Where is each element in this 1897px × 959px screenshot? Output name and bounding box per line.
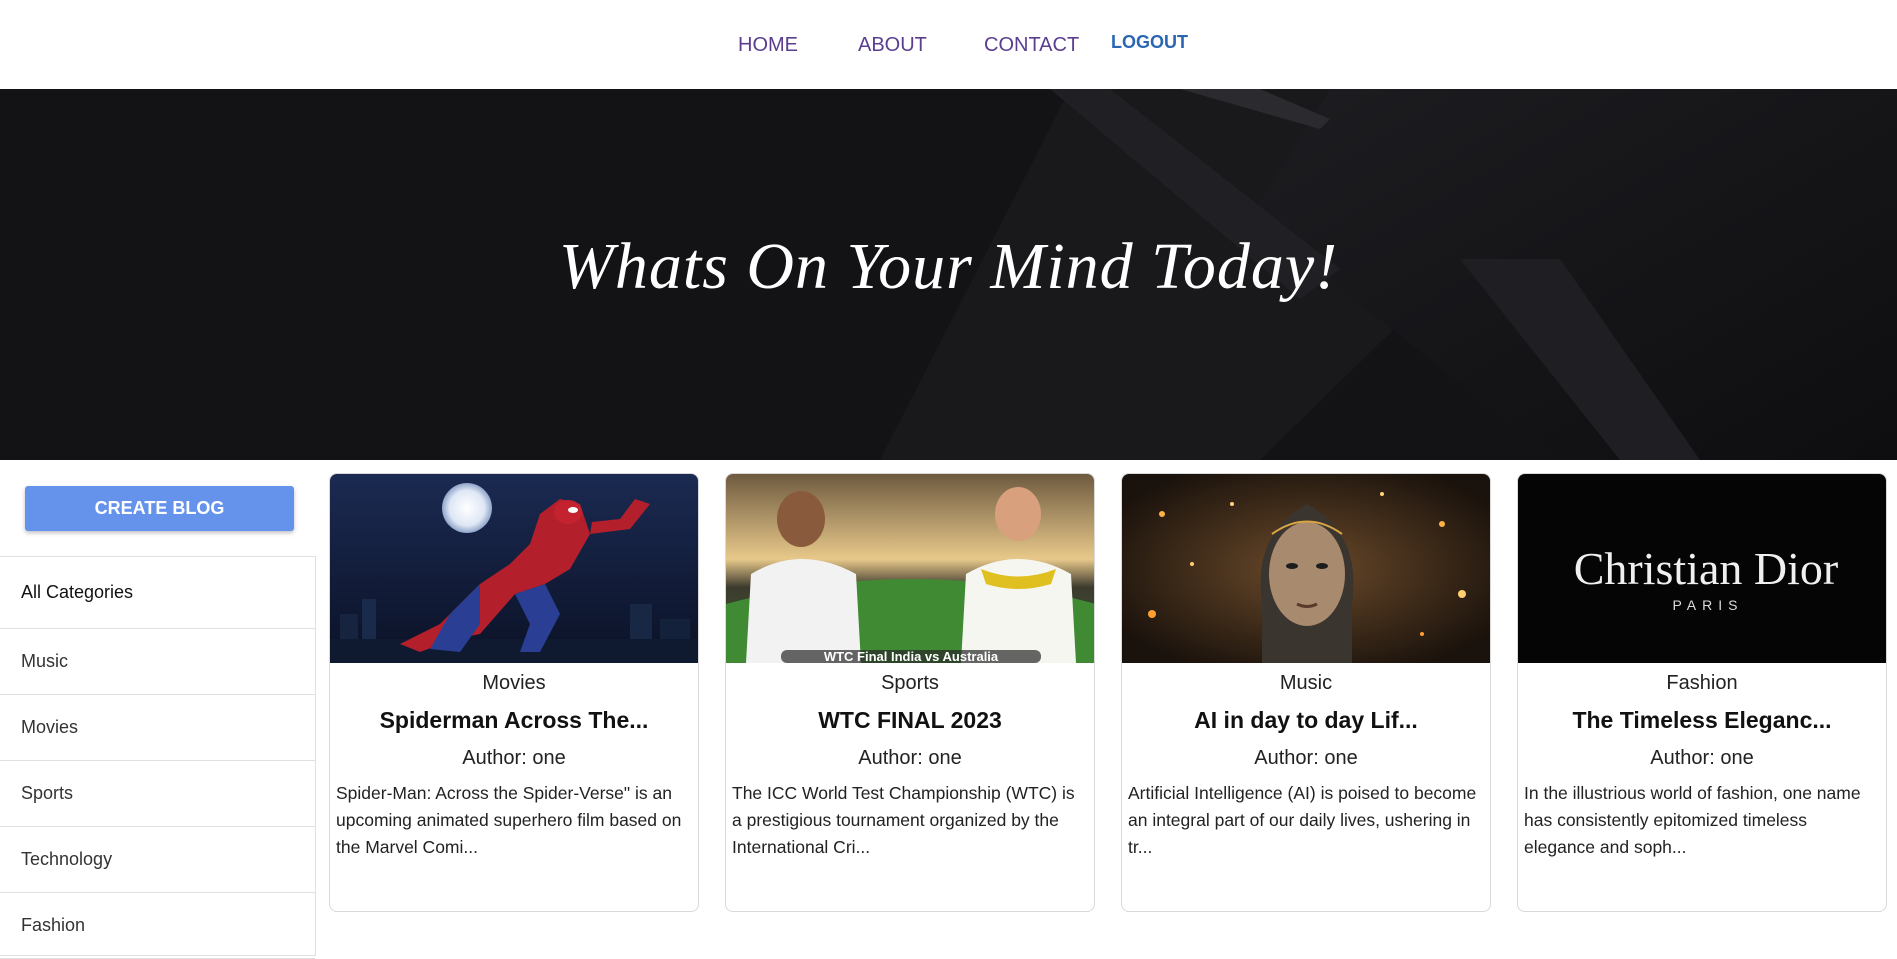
- blog-card-image: [1122, 474, 1490, 663]
- blog-card-title: WTC FINAL 2023: [818, 707, 1002, 733]
- blog-card-category: Fashion: [1666, 672, 1738, 694]
- blog-card-category: Sports: [881, 672, 939, 694]
- dior-logo-sub: PARIS: [1673, 597, 1744, 613]
- blog-card-author: Author: one: [462, 747, 566, 769]
- category-item-sports[interactable]: Sports: [0, 761, 315, 827]
- dior-logo: Christian Dior: [1574, 543, 1838, 594]
- top-nav: HOME ABOUT CONTACT LOGOUT: [0, 0, 1897, 90]
- blog-card-description: Spider-Man: Across the Spider-Verse" is …: [336, 783, 682, 857]
- blog-card-description: The ICC World Test Championship (WTC) is…: [732, 783, 1075, 857]
- blog-card-author: Author: one: [1254, 747, 1358, 769]
- blog-card-author: Author: one: [1650, 747, 1754, 769]
- category-item-all[interactable]: All Categories: [0, 557, 315, 629]
- blog-card-image: WTC Final India vs Australia: [726, 474, 1094, 663]
- blog-card-category: Music: [1279, 672, 1333, 694]
- blog-card-author: Author: one: [858, 747, 962, 769]
- blog-card-image: [330, 474, 698, 663]
- blog-card[interactable]: Christian Dior PARIS Fashion The Timeles…: [1517, 473, 1887, 912]
- nav-logout-link[interactable]: LOGOUT: [1111, 32, 1188, 53]
- blog-card-image: Christian Dior PARIS: [1518, 474, 1886, 663]
- nav-about-link[interactable]: ABOUT: [858, 34, 927, 57]
- blog-card-description: In the illustrious world of fashion, one…: [1524, 783, 1861, 857]
- banner-title: Whats On Your Mind Today!: [558, 230, 1339, 303]
- category-item-technology[interactable]: Technology: [0, 827, 315, 893]
- image-caption: WTC Final India vs Australia: [824, 649, 999, 663]
- blog-card[interactable]: Movies Spiderman Across The... Author: o…: [329, 473, 699, 912]
- nav-home-link[interactable]: HOME: [738, 34, 798, 57]
- blog-card-title: AI in day to day Lif...: [1194, 707, 1418, 733]
- blog-card[interactable]: WTC Final India vs Australia Sports WTC …: [725, 473, 1095, 912]
- blog-card-category: Movies: [482, 672, 546, 694]
- category-item-music[interactable]: Music: [0, 629, 315, 695]
- category-list: All Categories Music Movies Sports Techn…: [0, 556, 316, 959]
- blog-card-title: Spiderman Across The...: [379, 707, 649, 733]
- category-item-movies[interactable]: Movies: [0, 695, 315, 761]
- hero-banner: Whats On Your Mind Today!: [0, 89, 1897, 460]
- category-item-fashion[interactable]: Fashion: [0, 893, 315, 959]
- blog-card-title: The Timeless Eleganc...: [1572, 707, 1832, 733]
- nav-contact-link[interactable]: CONTACT: [984, 34, 1079, 57]
- blog-card[interactable]: Music AI in day to day Lif... Author: on…: [1121, 473, 1491, 912]
- create-blog-button[interactable]: CREATE BLOG: [25, 486, 294, 531]
- blog-card-description: Artificial Intelligence (AI) is poised t…: [1128, 783, 1477, 857]
